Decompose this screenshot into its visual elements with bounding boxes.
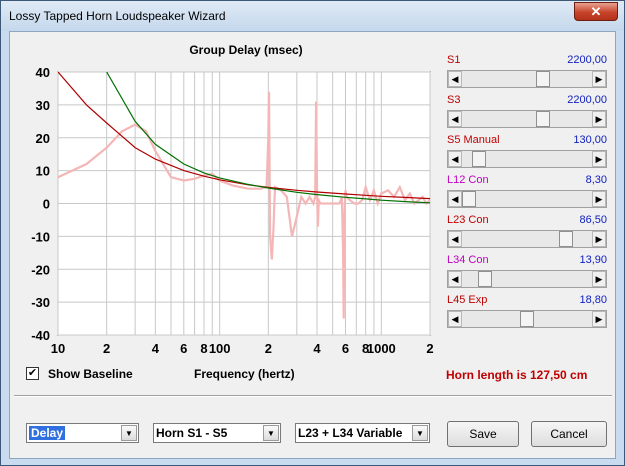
slider-value: 18,80 <box>579 294 607 306</box>
variable-combo[interactable]: L23 + L34 Variable ▼ <box>295 423 430 443</box>
separator <box>14 395 612 397</box>
slider-track[interactable]: ◀ ▶ <box>447 70 607 88</box>
arrow-right-icon[interactable]: ▶ <box>592 151 606 167</box>
chevron-down-icon[interactable]: ▼ <box>263 425 279 441</box>
x-tick-label: 8 <box>200 341 207 356</box>
horn-section-combo[interactable]: Horn S1 - S5 ▼ <box>153 423 281 443</box>
arrow-left-icon[interactable]: ◀ <box>448 231 462 247</box>
slider-thumb[interactable] <box>478 271 493 287</box>
slider-track[interactable]: ◀ ▶ <box>447 230 607 248</box>
arrow-left-icon[interactable]: ◀ <box>448 111 462 127</box>
arrow-right-icon[interactable]: ▶ <box>592 111 606 127</box>
cancel-button[interactable]: Cancel <box>531 421 607 447</box>
slider-track[interactable]: ◀ ▶ <box>447 190 607 208</box>
slider-track[interactable]: ◀ ▶ <box>447 110 607 128</box>
y-tick-label: -20 <box>31 262 50 277</box>
x-tick-label: 100 <box>209 341 231 356</box>
close-button[interactable]: ✕ <box>574 2 618 21</box>
display-mode-value: Delay <box>29 426 66 440</box>
horn-section-value: Horn S1 - S5 <box>156 426 228 440</box>
y-tick-label: 30 <box>36 98 50 113</box>
slider-value: 2200,00 <box>567 54 607 66</box>
y-tick-label: 0 <box>43 197 50 212</box>
arrow-left-icon[interactable]: ◀ <box>448 271 462 287</box>
y-tick-label: -30 <box>31 295 50 310</box>
slider-thumb[interactable] <box>536 71 551 87</box>
arrow-right-icon[interactable]: ▶ <box>592 191 606 207</box>
display-mode-combo[interactable]: Delay ▼ <box>26 423 139 443</box>
chevron-down-icon[interactable]: ▼ <box>412 425 428 441</box>
slider-label: S3 <box>447 94 461 106</box>
chart-title: Group Delay (msec) <box>189 43 302 57</box>
slider-value: 13,90 <box>579 254 607 266</box>
chevron-down-icon[interactable]: ▼ <box>121 425 137 441</box>
x-tick-label: 6 <box>180 341 187 356</box>
arrow-right-icon[interactable]: ▶ <box>592 231 606 247</box>
y-tick-label: 40 <box>36 65 50 80</box>
x-tick-label: 2 <box>426 341 433 356</box>
client-area: Group Delay (msec) 40 30 20 10 0 -10 -20 -30 -40 1… <box>9 31 616 459</box>
slider-track[interactable]: ◀ ▶ <box>447 150 607 168</box>
arrow-right-icon[interactable]: ▶ <box>592 271 606 287</box>
slider-label: L34 Con <box>447 254 489 266</box>
arrow-left-icon[interactable]: ◀ <box>448 71 462 87</box>
slider-label: L12 Con <box>447 174 489 186</box>
x-tick-label: 4 <box>152 341 160 356</box>
x-tick-label: 4 <box>313 341 321 356</box>
slider-value: 130,00 <box>573 134 607 146</box>
slider-thumb[interactable] <box>520 311 534 327</box>
slider-label: S1 <box>447 54 461 66</box>
slider-value: 8,30 <box>585 174 607 186</box>
slider-value: 2200,00 <box>567 94 607 106</box>
slider-label: L23 Con <box>447 214 489 226</box>
y-tick-label: -10 <box>31 229 50 244</box>
slider-track[interactable]: ◀ ▶ <box>447 270 607 288</box>
wizard-window: Lossy Tapped Horn Loudspeaker Wizard ✕ G… <box>0 0 625 466</box>
x-tick-label: 1000 <box>367 341 396 356</box>
slider-label: L45 Exp <box>447 294 488 306</box>
y-tick-label: 20 <box>36 131 50 146</box>
x-tick-label: 6 <box>342 341 349 356</box>
frequency-axis-label: Frequency (hertz) <box>194 367 295 381</box>
x-tick-label: 2 <box>265 341 272 356</box>
arrow-left-icon[interactable]: ◀ <box>448 151 462 167</box>
title-bar: Lossy Tapped Horn Loudspeaker Wizard ✕ <box>1 1 624 31</box>
arrow-right-icon[interactable]: ▶ <box>592 71 606 87</box>
y-tick-label: 10 <box>36 164 50 179</box>
arrow-right-icon[interactable]: ▶ <box>592 311 606 327</box>
arrow-left-icon[interactable]: ◀ <box>448 311 462 327</box>
x-tick-label: 10 <box>51 341 65 356</box>
slider-label: S5 Manual <box>447 134 500 146</box>
slider-thumb[interactable] <box>559 231 574 247</box>
show-baseline-checkbox[interactable]: ✔ <box>26 367 39 380</box>
show-baseline-label: Show Baseline <box>48 367 133 381</box>
variable-value: L23 + L34 Variable <box>298 426 403 440</box>
y-tick-label: -40 <box>31 328 50 343</box>
slider-track[interactable]: ◀ ▶ <box>447 310 607 328</box>
slider-thumb[interactable] <box>536 111 551 127</box>
horn-length-text: Horn length is 127,50 cm <box>446 368 588 382</box>
slider-value: 86,50 <box>579 214 607 226</box>
slider-thumb[interactable] <box>462 191 476 207</box>
window-title: Lossy Tapped Horn Loudspeaker Wizard <box>9 9 226 23</box>
slider-thumb[interactable] <box>472 151 487 167</box>
group-delay-chart: Group Delay (msec)403020100-10-20-30-401… <box>31 43 433 356</box>
save-button[interactable]: Save <box>447 421 519 447</box>
arrow-left-icon[interactable]: ◀ <box>448 191 462 207</box>
x-tick-label: 2 <box>103 341 110 356</box>
